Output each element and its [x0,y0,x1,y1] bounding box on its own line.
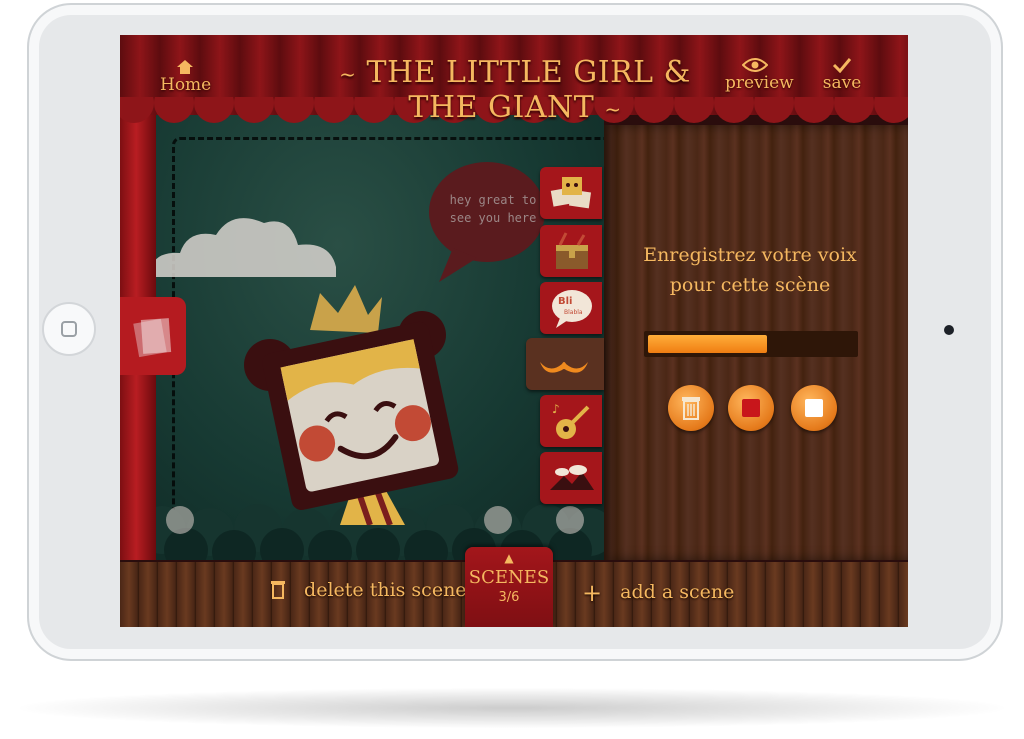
trash-icon [682,397,700,420]
scene-library-tab[interactable] [120,297,186,375]
tablet-camera [944,325,954,335]
title-flourish-right: ~ [604,97,622,121]
home-button-square-icon [61,321,77,337]
add-scene-label: add a scene [620,581,735,603]
eye-icon [742,58,768,72]
record-prompt-line2: pour cette scène [669,274,831,296]
tablet-home-button[interactable] [42,302,96,356]
speech-bubble-text: hey great to see you here [449,193,537,225]
character-bear-king[interactable] [230,275,490,525]
checkmark-icon [832,58,852,73]
stop-button[interactable] [791,385,837,431]
scenes-count: 3/6 [498,590,520,605]
app-screen: hey great to see you here Home ~ THE LIT… [120,35,908,627]
svg-text:Blabla: Blabla [564,309,583,316]
record-prompt-line1: Enregistrez votre voix [643,244,857,266]
scenes-button[interactable]: ▲ SCENES 3/6 [465,547,553,627]
props-chest-icon [556,232,588,269]
tablet-shadow [20,688,1004,728]
characters-icon [550,177,592,209]
delete-recording-button[interactable] [668,385,714,431]
tool-tab-backgrounds[interactable] [540,452,602,504]
stop-icon [805,399,823,417]
music-guitar-icon: ♪ [552,402,590,439]
plus-icon: + [582,579,603,607]
speech-bubble-icon: Bli Blabla [552,290,592,328]
recording-progress-bar [644,331,858,357]
landscape-icon [550,465,594,490]
save-label: save [822,73,862,93]
tool-tab-dialogue[interactable]: Bli Blabla [540,282,602,334]
story-title-text: THE LITTLE GIRL & THE GIANT [366,55,691,125]
record-button[interactable] [728,385,774,431]
layers-icon [133,318,172,358]
preview-label: preview [725,73,794,93]
delete-scene-label: delete this scene [304,579,467,601]
save-button[interactable]: save [820,57,864,93]
story-title: ~ THE LITTLE GIRL & THE GIANT ~ [330,55,700,125]
cloud-icon [150,218,336,277]
svg-text:♪: ♪ [552,402,560,416]
tool-tab-accessories[interactable] [526,338,604,390]
svg-text:Bli: Bli [558,296,572,307]
recording-progress-fill [648,335,767,353]
mustache-icon [540,362,588,373]
tool-tab-music[interactable]: ♪ [540,395,602,447]
delete-scene-button[interactable]: delete this scene [270,579,467,601]
add-scene-button[interactable]: + add a scene [582,579,734,607]
record-icon [742,399,760,417]
tool-tab-characters[interactable] [540,167,602,219]
arrow-up-icon: ▲ [504,551,514,565]
tool-tab-props[interactable] [540,225,602,277]
home-button[interactable]: Home [160,59,212,95]
record-prompt: Enregistrez votre voix pour cette scène [630,240,870,300]
home-label: Home [160,75,212,95]
trash-icon [271,581,285,599]
scenes-label: SCENES [468,567,550,588]
home-icon [177,60,193,74]
title-flourish-left: ~ [339,62,357,86]
preview-button[interactable]: preview [725,57,794,93]
